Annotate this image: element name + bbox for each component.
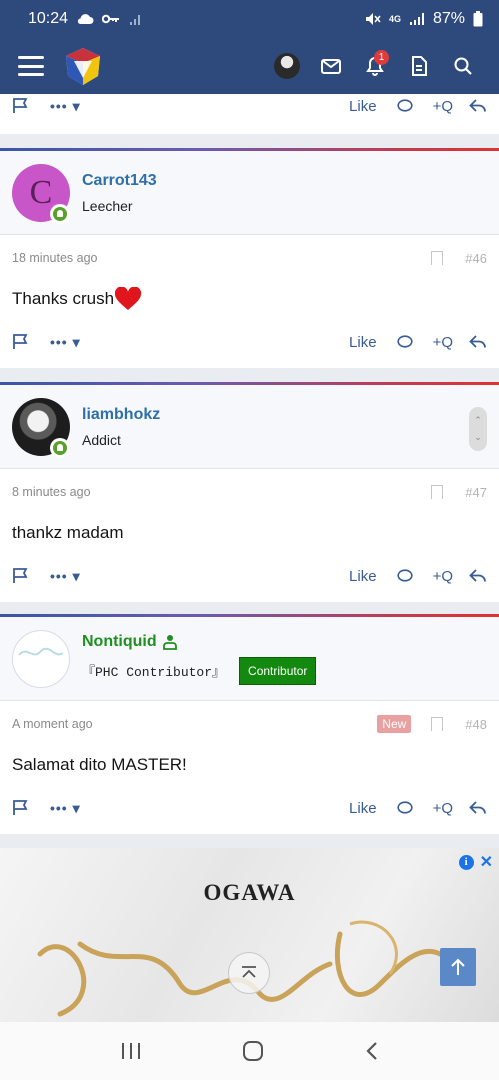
- reply-bubble-icon[interactable]: [396, 99, 413, 113]
- post-time[interactable]: 18 minutes ago: [12, 251, 97, 265]
- username[interactable]: Carrot143: [82, 172, 157, 190]
- avatar[interactable]: [12, 397, 70, 458]
- post-number[interactable]: #48: [465, 717, 487, 732]
- back-icon[interactable]: [365, 1041, 379, 1061]
- more-options-icon[interactable]: ••• ▾: [50, 800, 81, 817]
- jump-up-button[interactable]: [440, 948, 476, 986]
- reply-bubble-icon[interactable]: [396, 335, 413, 349]
- post-47: liambhokz Addict ⌃ ⌄ 8 minutes ago #47 th…: [0, 382, 499, 602]
- post-48: Nontiquid 『PHC Contributor』 Contributor …: [0, 614, 499, 834]
- key-icon: [102, 14, 120, 24]
- heart-emoji-icon: [115, 287, 142, 310]
- reply-bubble-icon[interactable]: [396, 801, 413, 815]
- bookmark-icon[interactable]: [431, 485, 444, 499]
- status-bar: 10:24 4G 87%: [0, 0, 499, 38]
- reply-bubble-icon[interactable]: [396, 569, 413, 583]
- post-message: Thanks crush: [0, 281, 499, 317]
- avatar: [274, 53, 300, 79]
- avatar[interactable]: C: [12, 163, 70, 224]
- post-46: C Carrot143 Leecher 18 minutes ago #46 T…: [0, 148, 499, 368]
- contributor-badge: Contributor: [239, 656, 317, 685]
- avatar-letter: C: [29, 173, 53, 211]
- username[interactable]: liambhokz: [82, 406, 160, 424]
- cloud-icon: [77, 14, 94, 24]
- search-icon: [454, 57, 472, 75]
- android-nav-bar: [0, 1022, 499, 1080]
- post-message: Salamat dito MASTER!: [12, 755, 187, 774]
- avatar-wave-icon: [18, 647, 64, 656]
- post-author: Nontiquid 『PHC Contributor』 Contributor: [0, 617, 499, 701]
- thread-content: ••• ▾ Like +Q C Carrot143 Leecher 18 min…: [0, 94, 499, 1022]
- envelope-icon: [321, 58, 341, 74]
- post-number[interactable]: #47: [465, 485, 487, 500]
- reply-arrow-icon[interactable]: [469, 98, 487, 114]
- online-status-icon: [50, 437, 70, 458]
- post-author: C Carrot143 Leecher: [0, 151, 499, 235]
- reply-arrow-icon[interactable]: [469, 800, 487, 816]
- previous-post-actions: ••• ▾ Like +Q: [0, 94, 499, 134]
- notification-badge: 1: [374, 50, 389, 65]
- more-options-icon[interactable]: ••• ▾: [50, 334, 81, 351]
- inbox-button[interactable]: [309, 44, 353, 88]
- app-header: 1: [0, 38, 499, 94]
- document-icon: [412, 56, 427, 76]
- post-number[interactable]: #46: [465, 251, 487, 266]
- home-icon[interactable]: [242, 1040, 264, 1062]
- user-title: Leecher: [82, 197, 133, 214]
- user-group-icon: [162, 634, 177, 650]
- chevron-up-icon: [242, 966, 256, 978]
- bookmark-icon[interactable]: [431, 251, 444, 265]
- online-status-icon: [50, 203, 70, 224]
- ad-close-icon[interactable]: ✕: [480, 852, 493, 872]
- battery-percent: 87%: [432, 10, 465, 27]
- alerts-button[interactable]: 1: [353, 44, 397, 88]
- network-type: 4G: [388, 14, 401, 24]
- like-button[interactable]: Like: [349, 334, 377, 351]
- signal-icon: [409, 13, 424, 25]
- advertisement-banner[interactable]: i ✕ OGAWA: [0, 848, 499, 1022]
- like-button[interactable]: Like: [349, 800, 377, 817]
- scroll-handle[interactable]: ⌃ ⌄: [469, 407, 487, 451]
- ad-info-icon[interactable]: i: [458, 854, 474, 870]
- reply-arrow-icon[interactable]: [469, 334, 487, 350]
- scroll-to-top-button[interactable]: [228, 952, 270, 994]
- user-avatar-button[interactable]: [265, 44, 309, 88]
- post-author: liambhokz Addict ⌃ ⌄: [0, 385, 499, 469]
- post-time[interactable]: A moment ago: [12, 717, 93, 731]
- more-options-icon[interactable]: ••• ▾: [50, 98, 81, 115]
- avatar[interactable]: [12, 629, 70, 688]
- username[interactable]: Nontiquid: [82, 633, 157, 651]
- search-button[interactable]: [441, 44, 485, 88]
- no-signal-icon: [130, 15, 141, 25]
- battery-icon: [473, 11, 483, 27]
- mute-icon: [365, 13, 381, 25]
- arrow-up-icon: [451, 958, 465, 975]
- report-flag-icon[interactable]: [12, 800, 28, 816]
- quote-button[interactable]: +Q: [433, 334, 453, 351]
- post-time[interactable]: 8 minutes ago: [12, 485, 91, 499]
- whats-new-button[interactable]: [397, 44, 441, 88]
- recent-apps-icon[interactable]: [120, 1042, 142, 1060]
- reply-arrow-icon[interactable]: [469, 568, 487, 584]
- post-message: thankz madam: [12, 523, 124, 542]
- status-time: 10:24: [28, 10, 69, 27]
- report-flag-icon[interactable]: [12, 334, 28, 350]
- user-title: Addict: [82, 431, 121, 448]
- report-flag-icon[interactable]: [12, 98, 28, 114]
- more-options-icon[interactable]: ••• ▾: [50, 568, 81, 585]
- quote-button[interactable]: +Q: [433, 98, 453, 115]
- new-badge: New: [377, 715, 412, 733]
- like-button[interactable]: Like: [349, 568, 377, 585]
- report-flag-icon[interactable]: [12, 568, 28, 584]
- user-title: 『PHC Contributor』: [82, 665, 226, 680]
- quote-button[interactable]: +Q: [433, 800, 453, 817]
- like-button[interactable]: Like: [349, 98, 377, 115]
- quote-button[interactable]: +Q: [433, 568, 453, 585]
- menu-icon[interactable]: [18, 56, 44, 76]
- ad-brand: OGAWA: [203, 880, 296, 905]
- bookmark-icon[interactable]: [431, 717, 444, 731]
- site-logo[interactable]: [62, 45, 104, 87]
